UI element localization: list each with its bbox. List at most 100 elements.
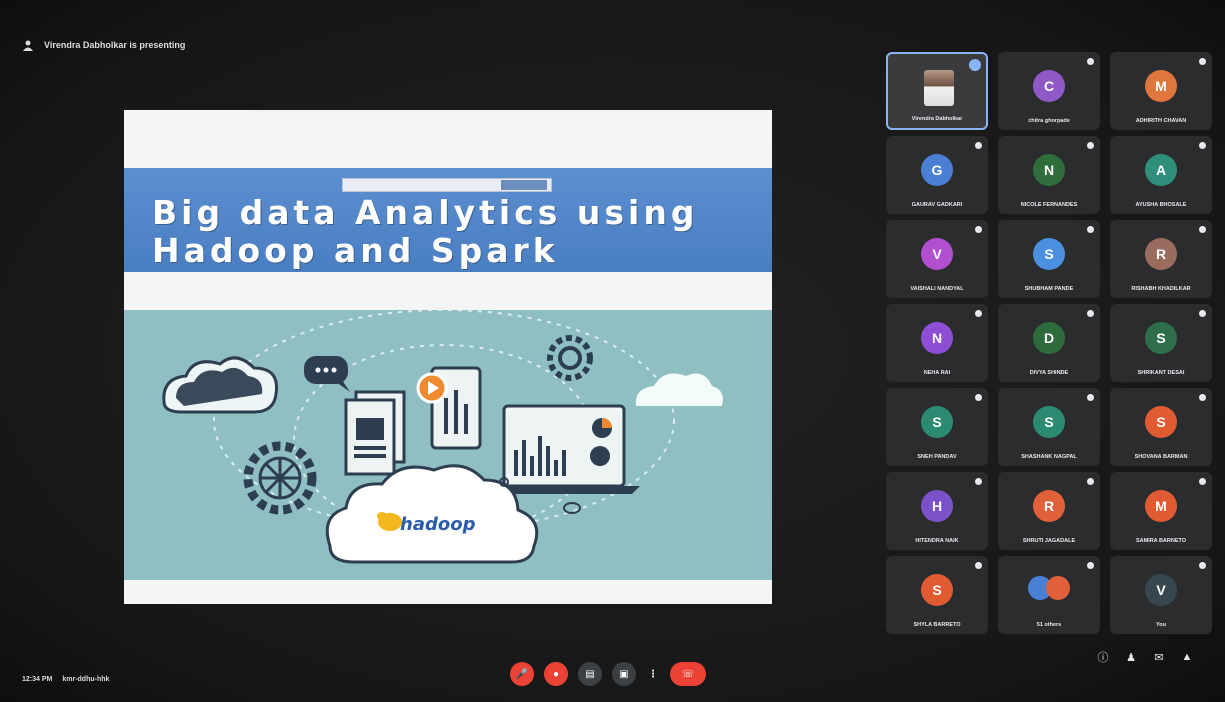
participant-name: HITENDRA NAIK [915,538,959,544]
mic-muted-icon [1087,394,1094,401]
search-bar-button [501,180,547,190]
participant-tile[interactable]: S SNEH PANDAV [886,388,988,466]
people-button[interactable]: ♟ [1124,650,1138,664]
participant-name: 51 others [1036,622,1062,628]
camera-off-icon: ● [552,668,560,680]
mic-muted-icon [1087,562,1094,569]
avatar: S [1033,238,1065,270]
participant-name: SHUBHAM PANDE [1024,286,1074,292]
participant-tile[interactable]: A AYUSHA BHOSALE [1110,136,1212,214]
mic-muted-icon [1199,226,1206,233]
participant-tile[interactable]: V You [1110,556,1212,634]
chat-bubble-icon [304,356,350,392]
participant-tile[interactable]: S SHOVANA BARMAN [1110,388,1212,466]
participant-name: SHRIKANT DESAI [1137,370,1185,376]
participant-name: chitra ghorpade [1028,118,1070,124]
gear-icon-top [547,335,593,381]
present-button[interactable]: ▣ [612,662,636,686]
participant-name: Virendra Dabholkar [911,116,963,122]
avatar: N [921,322,953,354]
others-avatars [1028,576,1072,602]
cloud-icon-left [162,356,279,414]
participant-tile[interactable]: S SHASHANK NAGPAL [998,388,1100,466]
participant-grid: Virendra Dabholkar Cchitra ghorpade M ADHIR… [886,52,1216,642]
mic-muted-icon [975,310,982,317]
avatar: S [921,406,953,438]
mic-muted-icon [975,478,982,485]
camera-button[interactable]: ● [544,662,568,686]
participant-tile[interactable]: S SHRIKANT DESAI [1110,304,1212,382]
more-vert-icon: ⋮ [648,668,658,680]
mic-muted-icon [975,142,982,149]
presenter-text: Virendra Dabholkar is presenting [44,40,186,50]
monitor-icon [500,404,640,494]
activities-button[interactable]: ▲ [1180,650,1194,664]
avatar: M [1145,70,1177,102]
slide-title-line-1: Big data Analytics using [152,193,699,232]
people-icon: ♟ [1126,651,1136,664]
slide-search-bar [342,178,552,192]
info-icon: ⓘ [1097,652,1109,664]
person-icon [23,40,33,51]
mic-muted-icon [1199,58,1206,65]
participant-tile[interactable]: N NEHA RAI [886,304,988,382]
meeting-window: Virendra Dabholkar is presenting Big dat… [0,0,1225,702]
captions-button[interactable]: ▤ [578,662,602,686]
presentation-slide: Big data Analytics using Hadoop and Spar… [124,110,772,604]
participant-tile[interactable]: Cchitra ghorpade [998,52,1100,130]
more-options-button[interactable]: ⋮ [646,662,660,686]
mic-muted-icon [1087,142,1094,149]
info-button[interactable]: ⓘ [1096,650,1110,664]
slide-title: Big data Analytics using Hadoop and Spar… [152,194,698,270]
mic-muted-icon [1199,562,1206,569]
mic-muted-icon [975,562,982,569]
participant-tile[interactable]: M SAMIRA BARNETO [1110,472,1212,550]
avatar: G [921,154,953,186]
avatar: D [1033,322,1065,354]
meeting-info: 12:34 PM kmr-ddhu-hhk [22,676,109,683]
participant-tile[interactable]: S SHYLA BARRETO [886,556,988,634]
avatar: V [1145,574,1177,606]
slide-footer [124,580,772,604]
participant-tile[interactable]: D DIVYA SHINDE [998,304,1100,382]
participant-tile[interactable]: R SHRUTI JAGADALE [998,472,1100,550]
avatar: R [1033,490,1065,522]
mic-muted-icon [1087,478,1094,485]
participant-tile[interactable]: R RISHABH KHADILKAR [1110,220,1212,298]
hadoop-logo: hadoop [400,514,476,535]
participant-photo [924,70,954,106]
participant-tile[interactable]: S SHUBHAM PANDE [998,220,1100,298]
participant-name: DIVYA SHINDE [1029,370,1069,376]
presenter-bar: Virendra Dabholkar is presenting [22,34,185,56]
control-bar: 12:34 PM kmr-ddhu-hhk 🎤 ● ▤ ▣ ⋮ ☏ ⓘ ♟ ✉ … [0,650,1225,702]
participant-tile[interactable]: 51 others [998,556,1100,634]
gear-icon-left [243,441,317,515]
participant-name: You [1156,622,1166,628]
participant-name: SHASHANK NAGPAL [1021,454,1077,460]
participant-name: SAMIRA BARNETO [1135,538,1187,544]
participant-tile[interactable]: Virendra Dabholkar [886,52,988,130]
chat-icon: ✉ [1154,651,1164,664]
avatar: S [1033,406,1065,438]
avatar: C [1033,70,1065,102]
participant-name: NEHA RAI [923,370,951,376]
mic-muted-icon [1199,478,1206,485]
participant-tile[interactable]: M ADHIRITH CHAVAN [1110,52,1212,130]
bigdata-illustration: hadoop [162,310,723,564]
participant-name: SHOVANA BARMAN [1134,454,1188,460]
participant-name: RISHABH KHADILKAR [1131,286,1191,292]
chat-button[interactable]: ✉ [1152,650,1166,664]
participant-tile[interactable]: H HITENDRA NAIK [886,472,988,550]
avatar: H [921,490,953,522]
participant-tile[interactable]: V VAISHALI NANDYAL [886,220,988,298]
slide-title-line-2: Hadoop and Spark [152,231,559,270]
participant-name: AYUSHA BHOSALE [1135,202,1187,208]
call-controls: 🎤 ● ▤ ▣ ⋮ ☏ [510,662,706,686]
phone-hangup-icon: ☏ [681,668,695,680]
hangup-button[interactable]: ☏ [670,662,706,686]
mic-muted-icon [1199,142,1206,149]
cloud-icon-right [635,373,723,406]
mic-button[interactable]: 🎤 [510,662,534,686]
participant-tile[interactable]: G GAURAV GADKARI [886,136,988,214]
participant-tile[interactable]: N NICOLE FERNANDES [998,136,1100,214]
